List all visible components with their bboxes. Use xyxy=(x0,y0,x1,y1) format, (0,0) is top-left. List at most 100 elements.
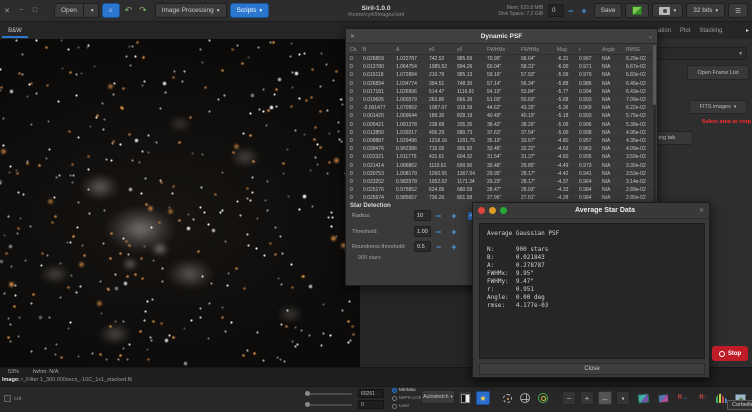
hi-slider-handle[interactable] xyxy=(305,391,310,396)
background-sample-button[interactable] xyxy=(536,391,550,405)
avg-dialog-titlebar[interactable]: Average Star Data ✕ xyxy=(473,203,709,219)
table-row[interactable]: 00.0268591.022787742.52985.6970.95"68.64… xyxy=(348,55,654,63)
radio-icon[interactable] xyxy=(392,388,397,393)
radio-icon[interactable] xyxy=(392,404,397,409)
roundness-input[interactable]: 0.5 xyxy=(414,241,431,252)
close-traffic-light-icon[interactable] xyxy=(478,207,485,214)
save-as-button[interactable] xyxy=(625,3,649,18)
table-row[interactable]: 00.0014201.069644189.30828.1940.49"40.19… xyxy=(348,112,654,120)
table-row[interactable]: 00.0171811.026996514.471116.8154.16"53.8… xyxy=(348,88,654,96)
radius-input[interactable]: 10 xyxy=(414,210,431,221)
threshold-plus-button[interactable]: + xyxy=(446,227,461,237)
chevron-down-icon: ▾ xyxy=(734,104,737,110)
table-row[interactable]: 00.0054211.081378238.68335.3538.42"38.26… xyxy=(348,121,654,129)
bit-depth-dropdown[interactable]: 32 bits▾ xyxy=(686,3,725,18)
open-button[interactable]: Open xyxy=(54,3,84,18)
tab-stacking[interactable]: Stacking xyxy=(699,28,722,34)
chevron-down-icon: ▾ xyxy=(739,51,742,57)
save-button[interactable]: Save xyxy=(594,3,623,18)
zoom-out-button[interactable]: − xyxy=(562,391,576,405)
tab-ration[interactable]: ration xyxy=(656,28,671,34)
close-window-icon[interactable]: ✕ xyxy=(0,7,14,15)
tab-plot[interactable]: Plot xyxy=(680,28,690,34)
dialog-close-icon[interactable]: ✕ xyxy=(699,207,704,214)
stop-button[interactable]: Stop xyxy=(712,346,748,361)
psf-dialog-titlebar[interactable]: ✕ Dynamic PSF ⌄ xyxy=(346,29,657,44)
lo-slider-handle[interactable] xyxy=(305,402,310,407)
table-row[interactable]: 00.0232020.9829781052.021171.3429.23"28.… xyxy=(348,178,654,186)
star-count-label: 900 stars xyxy=(358,255,381,261)
table-row[interactable]: 00.0151181.072884210.79985.1359.16"57.93… xyxy=(348,71,654,79)
tab-scroll-arrow-icon[interactable]: ▸ xyxy=(746,27,749,34)
histogram-button[interactable] xyxy=(714,391,728,405)
psf-table[interactable]: Ch.BAx0y0FWHMxFWHMyMagrAngleRMSE00.02685… xyxy=(348,45,654,202)
snapshot-button[interactable]: ▾ xyxy=(652,3,683,18)
maximize-window-icon[interactable]: □ xyxy=(28,7,42,14)
radio-user[interactable]: User xyxy=(392,404,409,409)
minimize-traffic-light-icon[interactable] xyxy=(489,207,496,214)
image-tabstrip: B&W xyxy=(0,22,360,39)
chevron-down-icon[interactable]: ⌄ xyxy=(648,33,653,40)
star-detection-button[interactable]: ★ xyxy=(476,391,490,405)
hi-value-input[interactable]: 60261 xyxy=(358,389,384,398)
average-star-data-dialog: Average Star Data ✕ Average Gaussian PSF… xyxy=(472,202,710,378)
cut-toggle[interactable]: cut xyxy=(4,395,21,402)
threshold-minus-button[interactable]: − xyxy=(431,227,446,237)
zoom-spinner-value[interactable]: 0 xyxy=(548,4,564,17)
maximize-traffic-light-icon[interactable] xyxy=(500,207,507,214)
home-button[interactable]: ⌂ xyxy=(102,3,120,18)
table-row[interactable]: 00.0268941.034774394.51748.3057.14"56.34… xyxy=(348,80,654,88)
fits-images-dropdown[interactable]: FITS images▾ xyxy=(689,100,747,114)
table-row[interactable]: 00.0088871.0294961218.161291.7535.19"33.… xyxy=(348,137,654,145)
menu-button[interactable]: ☰ xyxy=(728,3,748,18)
autostretch-dropdown[interactable]: Autostretch▾ xyxy=(421,390,455,404)
minimize-window-icon[interactable]: − xyxy=(14,7,28,14)
scrollbar-thumb[interactable] xyxy=(653,45,656,105)
table-row[interactable]: 00.0196051.065579263.86666.3951.03"50.60… xyxy=(348,96,654,104)
table-row[interactable]: 00.0214141.0868621110.61699.9030.46"29.8… xyxy=(348,161,654,169)
photometry-button[interactable] xyxy=(500,391,514,405)
lo-slider[interactable] xyxy=(306,404,352,406)
radio-mips-lo-hi[interactable]: MIPS-LO/HI xyxy=(392,396,425,401)
hi-slider[interactable] xyxy=(306,393,352,395)
radio-minmax[interactable]: MinMax xyxy=(392,388,416,393)
undo-icon[interactable]: ↶ xyxy=(125,5,135,16)
negative-view-button[interactable] xyxy=(636,391,650,405)
cut-checkbox-icon[interactable] xyxy=(4,395,11,402)
threshold-input[interactable]: 1.00 xyxy=(414,226,431,237)
open-dropdown-button[interactable]: ▾ xyxy=(84,3,99,18)
rgb-shift-button[interactable]: R→ xyxy=(676,391,690,405)
fit-to-window-button[interactable]: ↔ xyxy=(598,391,612,405)
table-row[interactable]: 00.0394760.962386715.05956.9233.46"32.22… xyxy=(348,145,654,153)
false-color-button[interactable] xyxy=(656,391,670,405)
radio-icon[interactable] xyxy=(392,396,397,401)
one-to-one-button[interactable]: ▪ xyxy=(616,391,630,405)
table-row[interactable]: 00.0137801.0647541085.52994.2660.04"58.3… xyxy=(348,63,654,71)
table-row[interactable]: 00.0223211.011776431.61604.3231.54"31.37… xyxy=(348,153,654,161)
bw-view-button[interactable] xyxy=(458,391,472,405)
astrometry-button[interactable] xyxy=(518,391,532,405)
psf-table-scrollbar[interactable] xyxy=(653,45,656,203)
redo-icon[interactable]: ↷ xyxy=(139,5,149,16)
image-processing-button[interactable]: Image Processing▾ xyxy=(155,3,227,18)
close-button[interactable]: Close xyxy=(479,363,705,375)
chevron-down-icon: ▾ xyxy=(217,8,220,14)
image-canvas[interactable] xyxy=(0,39,360,367)
radius-plus-button[interactable]: + xyxy=(446,211,461,221)
roundness-plus-button[interactable]: + xyxy=(446,242,461,252)
radius-minus-button[interactable]: − xyxy=(431,211,446,221)
spin-plus-button[interactable]: + xyxy=(577,6,590,16)
sequence-combobox[interactable]: ▾ xyxy=(655,47,747,60)
zoom-in-button[interactable]: + xyxy=(580,391,594,405)
roundness-minus-button[interactable]: − xyxy=(431,242,446,252)
scripts-button[interactable]: Scripts▾ xyxy=(230,3,270,18)
rgb-align-button[interactable]: R↑ xyxy=(696,391,710,405)
table-row[interactable]: 00.0251760.975852624.05680.5928.47"28.03… xyxy=(348,186,654,194)
open-frame-list-button[interactable]: Open Frame List xyxy=(687,65,749,80)
table-row[interactable]: 00.0207531.0081791260.551367.0429.95"28.… xyxy=(348,170,654,178)
chevron-down-icon: ▾ xyxy=(673,8,676,14)
spin-minus-button[interactable]: − xyxy=(564,6,577,16)
table-row[interactable]: 0-0.0014771.0709521087.07919.3944.62"43.… xyxy=(348,104,654,112)
table-row[interactable]: 00.0128501.039217405.29580.7337.63"37.54… xyxy=(348,129,654,137)
lo-value-input[interactable]: 0 xyxy=(358,400,384,409)
